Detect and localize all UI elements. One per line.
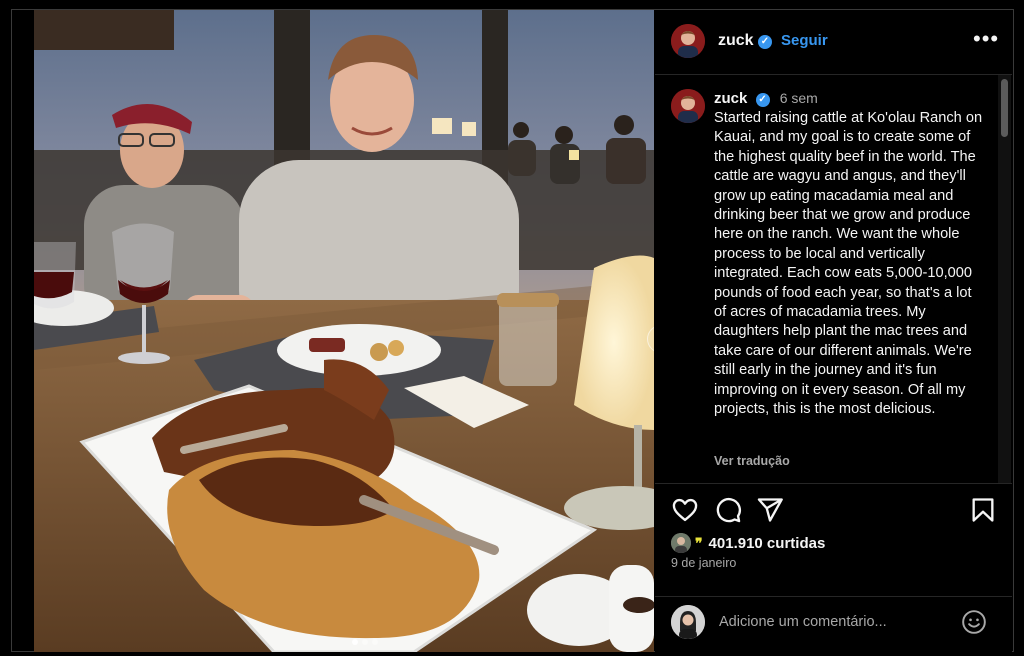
avatar-image — [671, 533, 691, 553]
post-side-panel: zuck ✓ Seguir ••• zuck ✓ 6 sem Started r… — [655, 10, 1012, 652]
bookmark-icon[interactable] — [969, 496, 997, 524]
current-user-avatar — [671, 605, 705, 639]
verified-badge-icon: ✓ — [755, 93, 770, 107]
see-translation-link[interactable]: Ver tradução — [714, 454, 790, 468]
post-photo[interactable]: › — [34, 10, 654, 652]
verified-badge-icon: ✓ — [758, 35, 772, 49]
avatar-image — [671, 89, 705, 123]
caption-scrollbar[interactable] — [998, 75, 1011, 483]
follow-button[interactable]: Seguir — [781, 32, 828, 49]
caption-section: zuck ✓ 6 sem Started raising cattle at K… — [655, 75, 1012, 484]
post-caption: Started raising cattle at Ko'olau Ranch … — [714, 110, 983, 418]
post-header: zuck ✓ Seguir ••• — [655, 10, 1012, 75]
carousel-dot — [362, 639, 368, 645]
liker-quote-icon: ❞ — [695, 534, 703, 551]
comment-icon[interactable] — [714, 496, 742, 524]
carousel-dot-active — [352, 639, 358, 645]
caption-header: zuck ✓ 6 sem — [714, 90, 818, 107]
heart-icon[interactable] — [671, 496, 699, 524]
author-username[interactable]: zuck — [718, 32, 754, 50]
avatar-image — [671, 24, 705, 58]
send-icon[interactable] — [756, 496, 784, 524]
avatar-image — [671, 605, 705, 639]
smiley-icon[interactable] — [961, 609, 987, 635]
post-date[interactable]: 9 de janeiro — [671, 556, 736, 570]
caption-author-avatar[interactable] — [671, 89, 705, 123]
carousel-dot — [372, 639, 378, 645]
post-actions — [655, 496, 1012, 526]
comment-input[interactable] — [719, 611, 939, 633]
post-time-ago[interactable]: 6 sem — [780, 90, 818, 106]
scrollbar-thumb[interactable] — [1001, 79, 1008, 137]
caption-author-username[interactable]: zuck — [714, 90, 747, 107]
author-avatar[interactable] — [671, 24, 705, 58]
likes-count[interactable]: 401.910 curtidas — [709, 535, 826, 552]
liker-avatar[interactable] — [671, 533, 691, 553]
comment-composer — [655, 596, 1012, 653]
likes-row: ❞ 401.910 curtidas — [671, 533, 825, 553]
more-options-icon[interactable]: ••• — [973, 26, 999, 52]
carousel-indicator — [352, 639, 378, 645]
photo-illustration — [34, 10, 654, 652]
